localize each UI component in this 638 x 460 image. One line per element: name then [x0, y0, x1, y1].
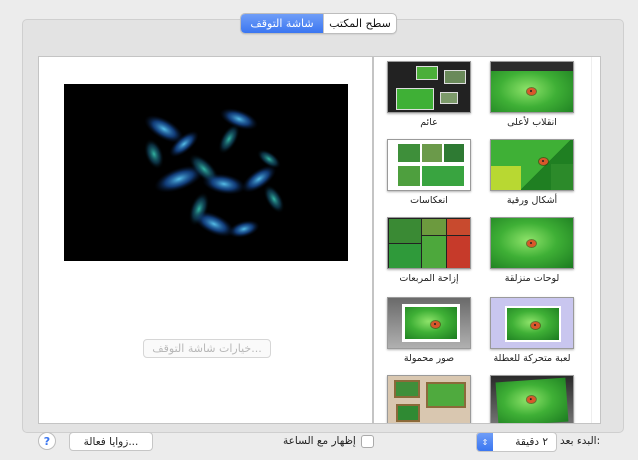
- thumb-holiday-mobile[interactable]: [490, 297, 574, 349]
- thumb-label-flip-up: انقلاب لأعلى: [507, 117, 557, 128]
- tab-screensaver[interactable]: شاشة التوقف: [241, 14, 323, 33]
- ladybug-icon: [531, 322, 540, 329]
- thumb-sliding-panels[interactable]: [490, 217, 574, 269]
- thumb-reflections[interactable]: [387, 139, 471, 191]
- thumb-label-shifting-squares: إزاحة المربعات: [399, 273, 459, 284]
- thumb-label-floating: عائم: [420, 117, 438, 128]
- ladybug-icon: [527, 88, 536, 95]
- start-after-value: ٢ دقيقة: [515, 436, 548, 448]
- screensaver-options-button: خيارات شاشة التوقف...: [143, 339, 271, 358]
- preview-box: خيارات شاشة التوقف...: [38, 56, 373, 424]
- ladybug-icon: [539, 158, 548, 165]
- thumb-floating[interactable]: [387, 61, 471, 113]
- list-scrollbar[interactable]: [591, 57, 600, 423]
- thumb-label-holiday-mobile: لعبة متحركة للعطلة: [493, 353, 571, 364]
- start-after-select[interactable]: ⇕ ٢ دقيقة: [476, 432, 557, 452]
- bottom-bar: ? زوايا فعالة... إظهار مع الساعة ⇕ ٢ دقي…: [0, 432, 638, 452]
- thumb-vintage-prints[interactable]: [387, 297, 471, 349]
- tab-switcher: شاشة التوقف سطح المكتب: [240, 13, 397, 34]
- ladybug-icon: [527, 240, 536, 247]
- thumb-label-reflections: انعكاسات: [410, 195, 448, 206]
- thumb-shifting-squares[interactable]: [387, 217, 471, 269]
- thumb-photo-wall[interactable]: [387, 375, 471, 423]
- start-after-label: البدء بعد:: [560, 435, 601, 447]
- thumb-ken-burns[interactable]: [490, 375, 574, 423]
- help-button[interactable]: ?: [38, 432, 56, 450]
- thumb-label-vintage-prints: صور محمولة: [403, 353, 455, 364]
- ladybug-icon: [431, 321, 440, 328]
- flurry-preview-image: [143, 108, 285, 238]
- screensaver-preview: [64, 84, 348, 261]
- screensaver-list: انقلاب لأعلى عائم أشكال ورقية انعكاسات ل…: [373, 56, 601, 424]
- thumb-label-sliding-panels: لوحات منزلقة: [504, 273, 560, 284]
- hot-corners-button[interactable]: زوايا فعالة...: [69, 432, 153, 451]
- ladybug-icon: [526, 395, 537, 404]
- show-clock-label: إظهار مع الساعة: [283, 435, 356, 447]
- thumb-shifting-tiles[interactable]: [490, 139, 574, 191]
- tab-desktop[interactable]: سطح المكتب: [323, 14, 396, 33]
- show-clock-checkbox[interactable]: [361, 435, 374, 448]
- thumb-flip-up[interactable]: [490, 61, 574, 113]
- thumb-label-origami: أشكال ورقية: [506, 195, 558, 206]
- up-down-arrows-icon: ⇕: [477, 433, 493, 451]
